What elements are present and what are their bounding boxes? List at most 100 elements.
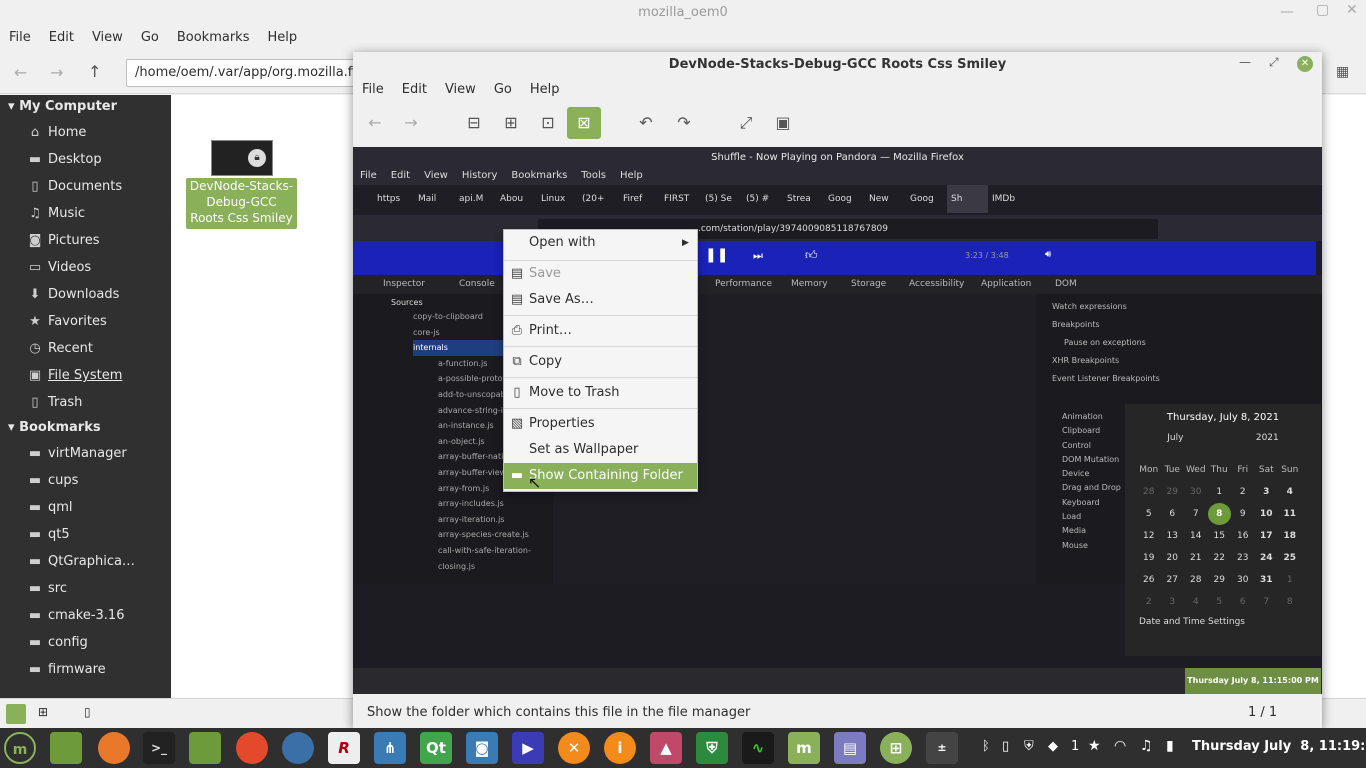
sidebar-item-bookmark[interactable]: ▬ config [0, 629, 171, 656]
qt-creator-icon[interactable]: Qt [420, 732, 452, 764]
back-arrow-icon[interactable]: ← [14, 63, 27, 82]
app-icon[interactable]: ⋔ [374, 732, 406, 764]
menu-file[interactable]: File [0, 26, 40, 50]
notification-icon[interactable]: ◆ [1048, 739, 1058, 754]
menu-item-properties[interactable]: ▧ Properties [504, 411, 697, 437]
close-icon[interactable]: ✕ [1346, 2, 1358, 18]
grid-icon[interactable]: ⊞ [880, 732, 912, 764]
hide-sidebar-icon[interactable]: ▯ [84, 705, 91, 719]
menu-view[interactable]: View [83, 26, 132, 50]
bluetooth-icon[interactable]: ᛒ [982, 739, 990, 754]
menu-go[interactable]: Go [485, 79, 521, 101]
battery-icon[interactable]: ▮ [1166, 738, 1174, 754]
info-icon[interactable]: i [604, 732, 636, 764]
sidebar-item-videos[interactable]: ▭ Videos [0, 254, 171, 281]
sidebar-item-favorites[interactable]: ★ Favorites [0, 308, 171, 335]
close-icon[interactable]: ✕ [1297, 56, 1313, 72]
menu-file[interactable]: File [353, 79, 393, 101]
maximize-icon[interactable]: ▢ [1316, 2, 1329, 18]
text-editor-icon[interactable]: ▤ [834, 732, 866, 764]
menu-item-save-as[interactable]: ▤ Save As… [504, 287, 697, 313]
system-monitor-icon[interactable]: ∿ [742, 732, 774, 764]
sidebar-item-bookmark[interactable]: ▬ QtGraphica… [0, 548, 171, 575]
menu-help[interactable]: Help [521, 79, 569, 101]
menu-go[interactable]: Go [132, 26, 168, 50]
menu-item-copy[interactable]: ⧉ Copy [504, 349, 697, 375]
sidebar-item-documents[interactable]: ▯ Documents [0, 173, 171, 200]
media-player-icon[interactable]: ▶ [512, 732, 544, 764]
shield-tray-icon[interactable]: ⛨ [1024, 739, 1034, 754]
sidebar-item-bookmark[interactable]: ▬ cups [0, 467, 171, 494]
sidebar-item-desktop[interactable]: ▬ Desktop [0, 146, 171, 173]
calculator-icon[interactable]: ± [926, 732, 958, 764]
minimize-icon[interactable]: — [1280, 4, 1294, 20]
sidebar-item-trash[interactable]: ▯ Trash [0, 389, 171, 416]
mint-update-icon[interactable]: m [788, 732, 820, 764]
sidebar-item-file-system[interactable]: ▣ File System [0, 362, 171, 389]
firefox-dev-icon[interactable] [236, 732, 268, 764]
firefox-icon[interactable] [98, 732, 130, 764]
sidebar-item-bookmark[interactable]: ▬ cmake-3.16 [0, 602, 171, 629]
sidebar-heading-my-computer[interactable]: ▾ My Computer [0, 95, 171, 119]
sidebar-heading-bookmarks[interactable]: ▾ Bookmarks [0, 416, 171, 440]
maximize-icon[interactable]: ⤢ [1269, 55, 1279, 70]
games-icon[interactable]: ✕ [558, 732, 590, 764]
forward-arrow-icon[interactable]: → [50, 63, 63, 82]
fullscreen-icon[interactable]: ⤢ [731, 107, 761, 139]
sidebar-item-bookmark[interactable]: ▬ virtManager [0, 440, 171, 467]
file-label[interactable]: DevNode-Stacks-Debug-GCC Roots Css Smile… [186, 178, 297, 229]
folder-icon[interactable] [189, 732, 221, 764]
zoom-normal-icon[interactable]: ⊡ [533, 107, 563, 139]
r-icon[interactable]: R [328, 732, 360, 764]
displayed-image[interactable]: Shuffle - Now Playing on Pandora — Mozil… [353, 147, 1322, 694]
menu-help[interactable]: Help [258, 26, 306, 50]
file-thumbnail[interactable]: 🔒︎ [211, 140, 273, 176]
slideshow-icon[interactable]: ▣ [768, 107, 798, 139]
toolbar-menu-icon[interactable]: ▦ [1336, 64, 1349, 80]
show-treeview-icon[interactable]: ⊞ [38, 705, 48, 719]
rotate-left-icon[interactable]: ↶ [631, 107, 661, 139]
previous-icon[interactable]: ← [360, 107, 390, 139]
image-viewer-window: DevNode-Stacks-Debug-GCC Roots Css Smile… [353, 52, 1322, 728]
show-places-icon[interactable] [6, 704, 26, 724]
sidebar-item-bookmark[interactable]: ▬ qt5 [0, 521, 171, 548]
up-arrow-icon[interactable]: ↑ [88, 62, 101, 81]
terminal-icon[interactable]: >_ [143, 732, 175, 764]
zoom-out-icon[interactable]: ⊟ [459, 107, 489, 139]
sidebar-item-recent[interactable]: ◷ Recent [0, 335, 171, 362]
camera-icon[interactable]: ◙ [466, 732, 498, 764]
next-icon[interactable]: → [396, 107, 426, 139]
mint-menu-icon[interactable]: m [4, 732, 36, 764]
minimize-icon[interactable]: — [1239, 55, 1251, 69]
sidebar-item-bookmark[interactable]: ▬ qml [0, 494, 171, 521]
sidebar-item-bookmark[interactable]: ▬ src [0, 575, 171, 602]
clock[interactable]: Thursday July 8, 11:19:20 P [1192, 739, 1366, 754]
star-icon[interactable]: ★ [1088, 738, 1101, 754]
player-bar: ❚❚ ⏭︎ 👍︎ 3:23 / 3:48 🔊︎ [353, 241, 1316, 275]
menu-item-print[interactable]: ⎙ Print… [504, 318, 697, 344]
menu-item-save[interactable]: ▤ Save [504, 261, 697, 287]
sidebar-item-home[interactable]: ⌂ Home [0, 119, 171, 146]
sidebar-item-downloads[interactable]: ⬇ Downloads [0, 281, 171, 308]
browser-icon[interactable] [282, 732, 314, 764]
location-field[interactable]: /home/oem/.var/app/org.mozilla.fire [126, 59, 356, 87]
menu-item-open-with[interactable]: Open with ▶ [504, 230, 697, 256]
wifi-icon[interactable]: ◠ [1114, 738, 1126, 754]
menu-bookmarks[interactable]: Bookmarks [168, 26, 259, 50]
menu-edit[interactable]: Edit [40, 26, 83, 50]
clipboard-icon[interactable]: ▯ [1002, 739, 1009, 754]
zoom-in-icon[interactable]: ⊞ [496, 107, 526, 139]
menu-edit[interactable]: Edit [393, 79, 436, 101]
menu-item-set-wallpaper[interactable]: Set as Wallpaper [504, 437, 697, 463]
image-viewer-icon[interactable]: ▲ [650, 732, 682, 764]
sidebar-item-music[interactable]: ♫ Music [0, 200, 171, 227]
sidebar-item-pictures[interactable]: ◙ Pictures [0, 227, 171, 254]
files-icon[interactable] [50, 732, 82, 764]
best-fit-icon[interactable]: ⊠ [567, 107, 601, 139]
music-icon[interactable]: ♫ [1140, 738, 1153, 754]
rotate-right-icon[interactable]: ↷ [669, 107, 699, 139]
shield-icon[interactable]: ⛨ [696, 732, 728, 764]
sidebar-item-bookmark[interactable]: ▬ firmware [0, 656, 171, 683]
menu-view[interactable]: View [436, 79, 485, 101]
menu-item-move-to-trash[interactable]: ▯ Move to Trash [504, 380, 697, 406]
